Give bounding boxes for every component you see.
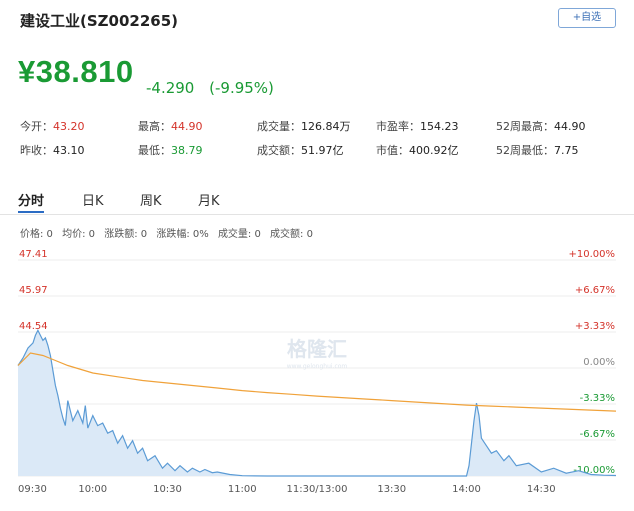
tab-monthly-k[interactable]: 月K	[198, 190, 220, 209]
chart-tabs: 分时 日K 周K 月K	[0, 186, 634, 214]
stat-open: 今开：43.20	[20, 120, 85, 133]
x-tick-label: 13:30	[377, 484, 406, 495]
tab-weekly-k[interactable]: 周K	[140, 190, 162, 209]
tab-daily-k[interactable]: 日K	[82, 190, 104, 209]
readout-avg: 均价: 0	[62, 229, 96, 240]
readout-change-rate: 涨跌幅: 0%	[156, 229, 209, 240]
readout-price: 价格: 0	[20, 229, 53, 240]
tabs-divider	[0, 214, 634, 215]
watermark-url: www.gelonghui.com	[287, 363, 348, 370]
stat-52w-high: 52周最高：44.90	[496, 120, 586, 133]
readout-volume: 成交量: 0	[217, 229, 261, 240]
stat-high: 最高：44.90	[138, 120, 203, 133]
crosshair-readout: 价格: 0 均价: 0 涨跌额: 0 涨跌幅: 0% 成交量: 0 成交额: 0	[20, 225, 319, 240]
x-tick-label: 14:30	[527, 484, 556, 495]
average-line	[17, 352, 617, 412]
x-tick-label: 10:30	[153, 484, 182, 495]
stat-52w-low: 52周最低：7.75	[496, 144, 579, 157]
stat-low: 最低：38.79	[138, 144, 203, 157]
y-tick-label-left: 45.97	[19, 285, 48, 296]
y-tick-label-right: -6.67%	[580, 429, 615, 440]
add-to-watchlist-button[interactable]: +自选	[558, 8, 616, 28]
y-tick-label-right: +3.33%	[575, 321, 615, 332]
tab-intraday[interactable]: 分时	[18, 190, 44, 209]
y-tick-label-left: 44.54	[19, 321, 48, 332]
current-price: ¥38.810	[18, 54, 134, 89]
y-tick-label-right: +6.67%	[575, 285, 615, 296]
y-tick-label-left: 47.41	[19, 250, 48, 260]
x-tick-label: 11:30/13:00	[286, 484, 347, 495]
change-percent: (-9.95%)	[209, 79, 274, 97]
active-tab-indicator	[18, 211, 44, 213]
stat-pe: 市盈率：154.23	[376, 120, 459, 133]
stock-title: 建设工业(SZ002265)	[20, 12, 179, 30]
watermark-logo: 格隆汇	[287, 337, 347, 361]
x-tick-label: 10:00	[78, 484, 107, 495]
stat-prev-close: 昨收：43.10	[20, 144, 85, 157]
change-amount: -4.290	[146, 79, 195, 97]
y-tick-label-right: -3.33%	[580, 393, 615, 404]
y-tick-label-right: 0.00%	[583, 357, 615, 368]
stat-volume: 成交量：126.84万	[257, 120, 351, 133]
x-tick-label: 09:30	[18, 484, 47, 495]
x-tick-label: 14:00	[452, 484, 481, 495]
stat-amount: 成交额：51.97亿	[257, 144, 344, 157]
price-change: -4.290 (-9.95%)	[146, 79, 284, 97]
stat-market-cap: 市值：400.92亿	[376, 144, 459, 157]
x-tick-label: 11:00	[228, 484, 257, 495]
readout-change-amount: 涨跌额: 0	[104, 229, 148, 240]
readout-amount: 成交额: 0	[270, 229, 313, 240]
y-tick-label-right: +10.00%	[568, 250, 615, 260]
intraday-chart[interactable]: 47.41+10.00%45.97+6.67%44.54+3.33%43.100…	[0, 250, 634, 511]
